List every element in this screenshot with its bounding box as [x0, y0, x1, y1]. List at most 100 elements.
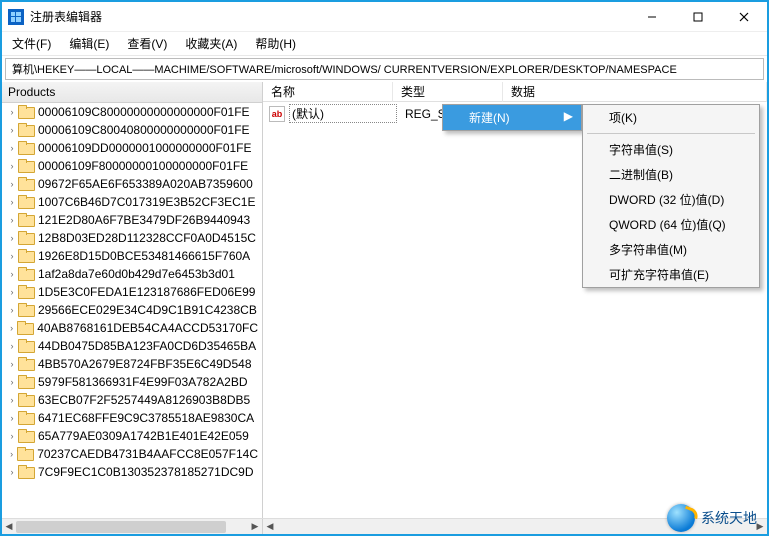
- expand-icon[interactable]: ›: [6, 323, 17, 333]
- tree-pane: Products ›00006109C80000000000000000F01F…: [2, 82, 263, 518]
- context-menu-new[interactable]: 新建(N) ▶: [443, 105, 581, 130]
- expand-icon[interactable]: ›: [6, 269, 18, 279]
- left-hscroll[interactable]: ◀ ▶: [2, 519, 263, 534]
- expand-icon[interactable]: ›: [6, 377, 18, 387]
- menu-help[interactable]: 帮助(H): [255, 35, 296, 52]
- tree-item[interactable]: ›44DB0475D85BA123FA0CD6D35465BA: [2, 337, 262, 355]
- tree-item-label: 12B8D03ED28D112328CCF0A0D4515C: [38, 231, 256, 245]
- submenu-key[interactable]: 项(K): [583, 105, 759, 130]
- tree-item[interactable]: ›121E2D80A6F7BE3479DF26B9440943: [2, 211, 262, 229]
- tree-item[interactable]: › 40AB8768161DEB54CA4ACCD53170FC: [2, 319, 262, 337]
- menu-edit[interactable]: 编辑(E): [69, 35, 109, 52]
- maximize-button[interactable]: [675, 2, 721, 32]
- tree-item[interactable]: ›00006109DD0000001000000000F01FE: [2, 139, 262, 157]
- expand-icon[interactable]: ›: [6, 107, 18, 117]
- column-data[interactable]: 数据: [503, 82, 767, 102]
- column-headers: 名称 类型 数据: [263, 82, 767, 102]
- folder-icon: [18, 357, 34, 371]
- expand-icon[interactable]: ›: [6, 467, 18, 477]
- address-bar[interactable]: 算机\HEKEY——LOCAL——MACHIME/SOFTWARE/micros…: [5, 58, 764, 80]
- expand-icon[interactable]: ›: [6, 413, 18, 423]
- submenu-binary[interactable]: 二进制值(B): [583, 162, 759, 187]
- submenu-multistring[interactable]: 多字符串值(M): [583, 237, 759, 262]
- scroll-left-arrow-icon[interactable]: ◀: [263, 519, 277, 535]
- submenu-qword[interactable]: QWORD (64 位)值(Q): [583, 212, 759, 237]
- tree-item[interactable]: › 12B8D03ED28D112328CCF0A0D4515C: [2, 229, 262, 247]
- expand-icon[interactable]: ›: [6, 449, 17, 459]
- expand-icon[interactable]: ›: [6, 125, 18, 135]
- expand-icon[interactable]: ›: [6, 305, 18, 315]
- folder-icon: [17, 447, 33, 461]
- expand-icon[interactable]: ›: [6, 341, 18, 351]
- tree-item[interactable]: › 29566ECE029E34C4D9C1B91C4238CB: [2, 301, 262, 319]
- tree-item[interactable]: › 63ECB07F2F5257449A8126903B8DB5: [2, 391, 262, 409]
- tree-item[interactable]: › 1007C6B46D7C017319E3B52CF3EC1E: [2, 193, 262, 211]
- folder-icon: [18, 141, 34, 155]
- submenu-dword[interactable]: DWORD (32 位)值(D): [583, 187, 759, 212]
- tree-item-label: 00006109C80040800000000000F01FE: [38, 123, 250, 137]
- expand-icon[interactable]: ›: [6, 287, 18, 297]
- expand-icon[interactable]: ›: [6, 233, 18, 243]
- expand-icon[interactable]: ›: [6, 251, 18, 261]
- tree-item-label: 1007C6B46D7C017319E3B52CF3EC1E: [38, 195, 255, 209]
- context-menu: 新建(N) ▶: [442, 104, 582, 131]
- app-icon: [8, 9, 24, 25]
- tree-item-label: 40AB8768161DEB54CA4ACCD53170FC: [37, 321, 258, 335]
- folder-icon: [18, 267, 34, 281]
- close-button[interactable]: [721, 2, 767, 32]
- tree-item-label: 63ECB07F2F5257449A8126903B8DB5: [38, 393, 250, 407]
- column-name[interactable]: 名称: [263, 82, 393, 102]
- tree-item[interactable]: ›65A779AE0309A1742B1E401E42E059: [2, 427, 262, 445]
- menubar: 文件(F) 编辑(E) 查看(V) 收藏夹(A) 帮助(H): [2, 32, 767, 56]
- tree-item[interactable]: ›1af2a8da7e60d0b429d7e6453b3d01: [2, 265, 262, 283]
- tree-item[interactable]: ›1D5E3C0FEDA1E123187686FED06E99: [2, 283, 262, 301]
- folder-icon: [18, 177, 34, 191]
- menu-favorites[interactable]: 收藏夹(A): [185, 35, 237, 52]
- value-name: (默认): [289, 104, 397, 123]
- titlebar: 注册表编辑器: [2, 2, 767, 32]
- new-submenu: 项(K) 字符串值(S) 二进制值(B) DWORD (32 位)值(D) QW…: [582, 104, 760, 288]
- tree-item[interactable]: ›00006109C80000000000000000F01FE: [2, 103, 262, 121]
- tree-item[interactable]: › 7C9F9EC1C0B130352378185271DC9D: [2, 463, 262, 481]
- tree-item-label: 7C9F9EC1C0B130352378185271DC9D: [38, 465, 253, 479]
- minimize-button[interactable]: [629, 2, 675, 32]
- scroll-left-arrow-icon[interactable]: ◀: [2, 519, 16, 535]
- tree-item[interactable]: › 09672F65AE6F653389A020AB7359600: [2, 175, 262, 193]
- folder-icon: [18, 429, 34, 443]
- expand-icon[interactable]: ›: [6, 179, 18, 189]
- tree-header[interactable]: Products: [2, 82, 262, 103]
- menu-view[interactable]: 查看(V): [127, 35, 167, 52]
- tree-item[interactable]: › 4BB570A2679E8724FBF35E6C49D548: [2, 355, 262, 373]
- values-pane: 名称 类型 数据 ab (默认) REG_SZ 新建(N) ▶ 项(K) 字符串…: [263, 82, 767, 518]
- expand-icon[interactable]: ›: [6, 143, 18, 153]
- tree-list[interactable]: ›00006109C80000000000000000F01FE›0000610…: [2, 103, 262, 518]
- expand-icon[interactable]: ›: [6, 431, 18, 441]
- submenu-string[interactable]: 字符串值(S): [583, 137, 759, 162]
- tree-item[interactable]: ›70237CAEDB4731B4AAFCC8E057F14C: [2, 445, 262, 463]
- folder-icon: [18, 375, 34, 389]
- window-title: 注册表编辑器: [30, 8, 629, 25]
- watermark: 系统天地: [667, 504, 757, 532]
- tree-item[interactable]: ›00006109F80000000100000000F01FE: [2, 157, 262, 175]
- submenu-arrow-icon: ▶: [564, 109, 573, 123]
- menu-file[interactable]: 文件(F): [12, 35, 51, 52]
- expand-icon[interactable]: ›: [6, 161, 18, 171]
- tree-item-label: 1926E8D15D0BCE53481466615F760A: [38, 249, 250, 263]
- tree-item[interactable]: › 1926E8D15D0BCE53481466615F760A: [2, 247, 262, 265]
- scroll-right-arrow-icon[interactable]: ▶: [248, 519, 262, 535]
- tree-item-label: 4BB570A2679E8724FBF35E6C49D548: [38, 357, 252, 371]
- tree-item-label: 09672F65AE6F653389A020AB7359600: [38, 177, 253, 191]
- folder-icon: [18, 303, 34, 317]
- expand-icon[interactable]: ›: [6, 197, 18, 207]
- tree-item[interactable]: ›6471EC68FFE9C9C3785518AE9830CA: [2, 409, 262, 427]
- tree-item-label: 29566ECE029E34C4D9C1B91C4238CB: [38, 303, 257, 317]
- tree-item[interactable]: › 00006109C80040800000000000F01FE: [2, 121, 262, 139]
- expand-icon[interactable]: ›: [6, 395, 18, 405]
- tree-item[interactable]: ›5979F581366931F4E99F03A782A2BD: [2, 373, 262, 391]
- submenu-expandstring[interactable]: 可扩充字符串值(E): [583, 262, 759, 287]
- column-type[interactable]: 类型: [393, 82, 503, 102]
- scroll-thumb[interactable]: [16, 521, 226, 533]
- expand-icon[interactable]: ›: [6, 215, 18, 225]
- expand-icon[interactable]: ›: [6, 359, 18, 369]
- folder-icon: [18, 195, 34, 209]
